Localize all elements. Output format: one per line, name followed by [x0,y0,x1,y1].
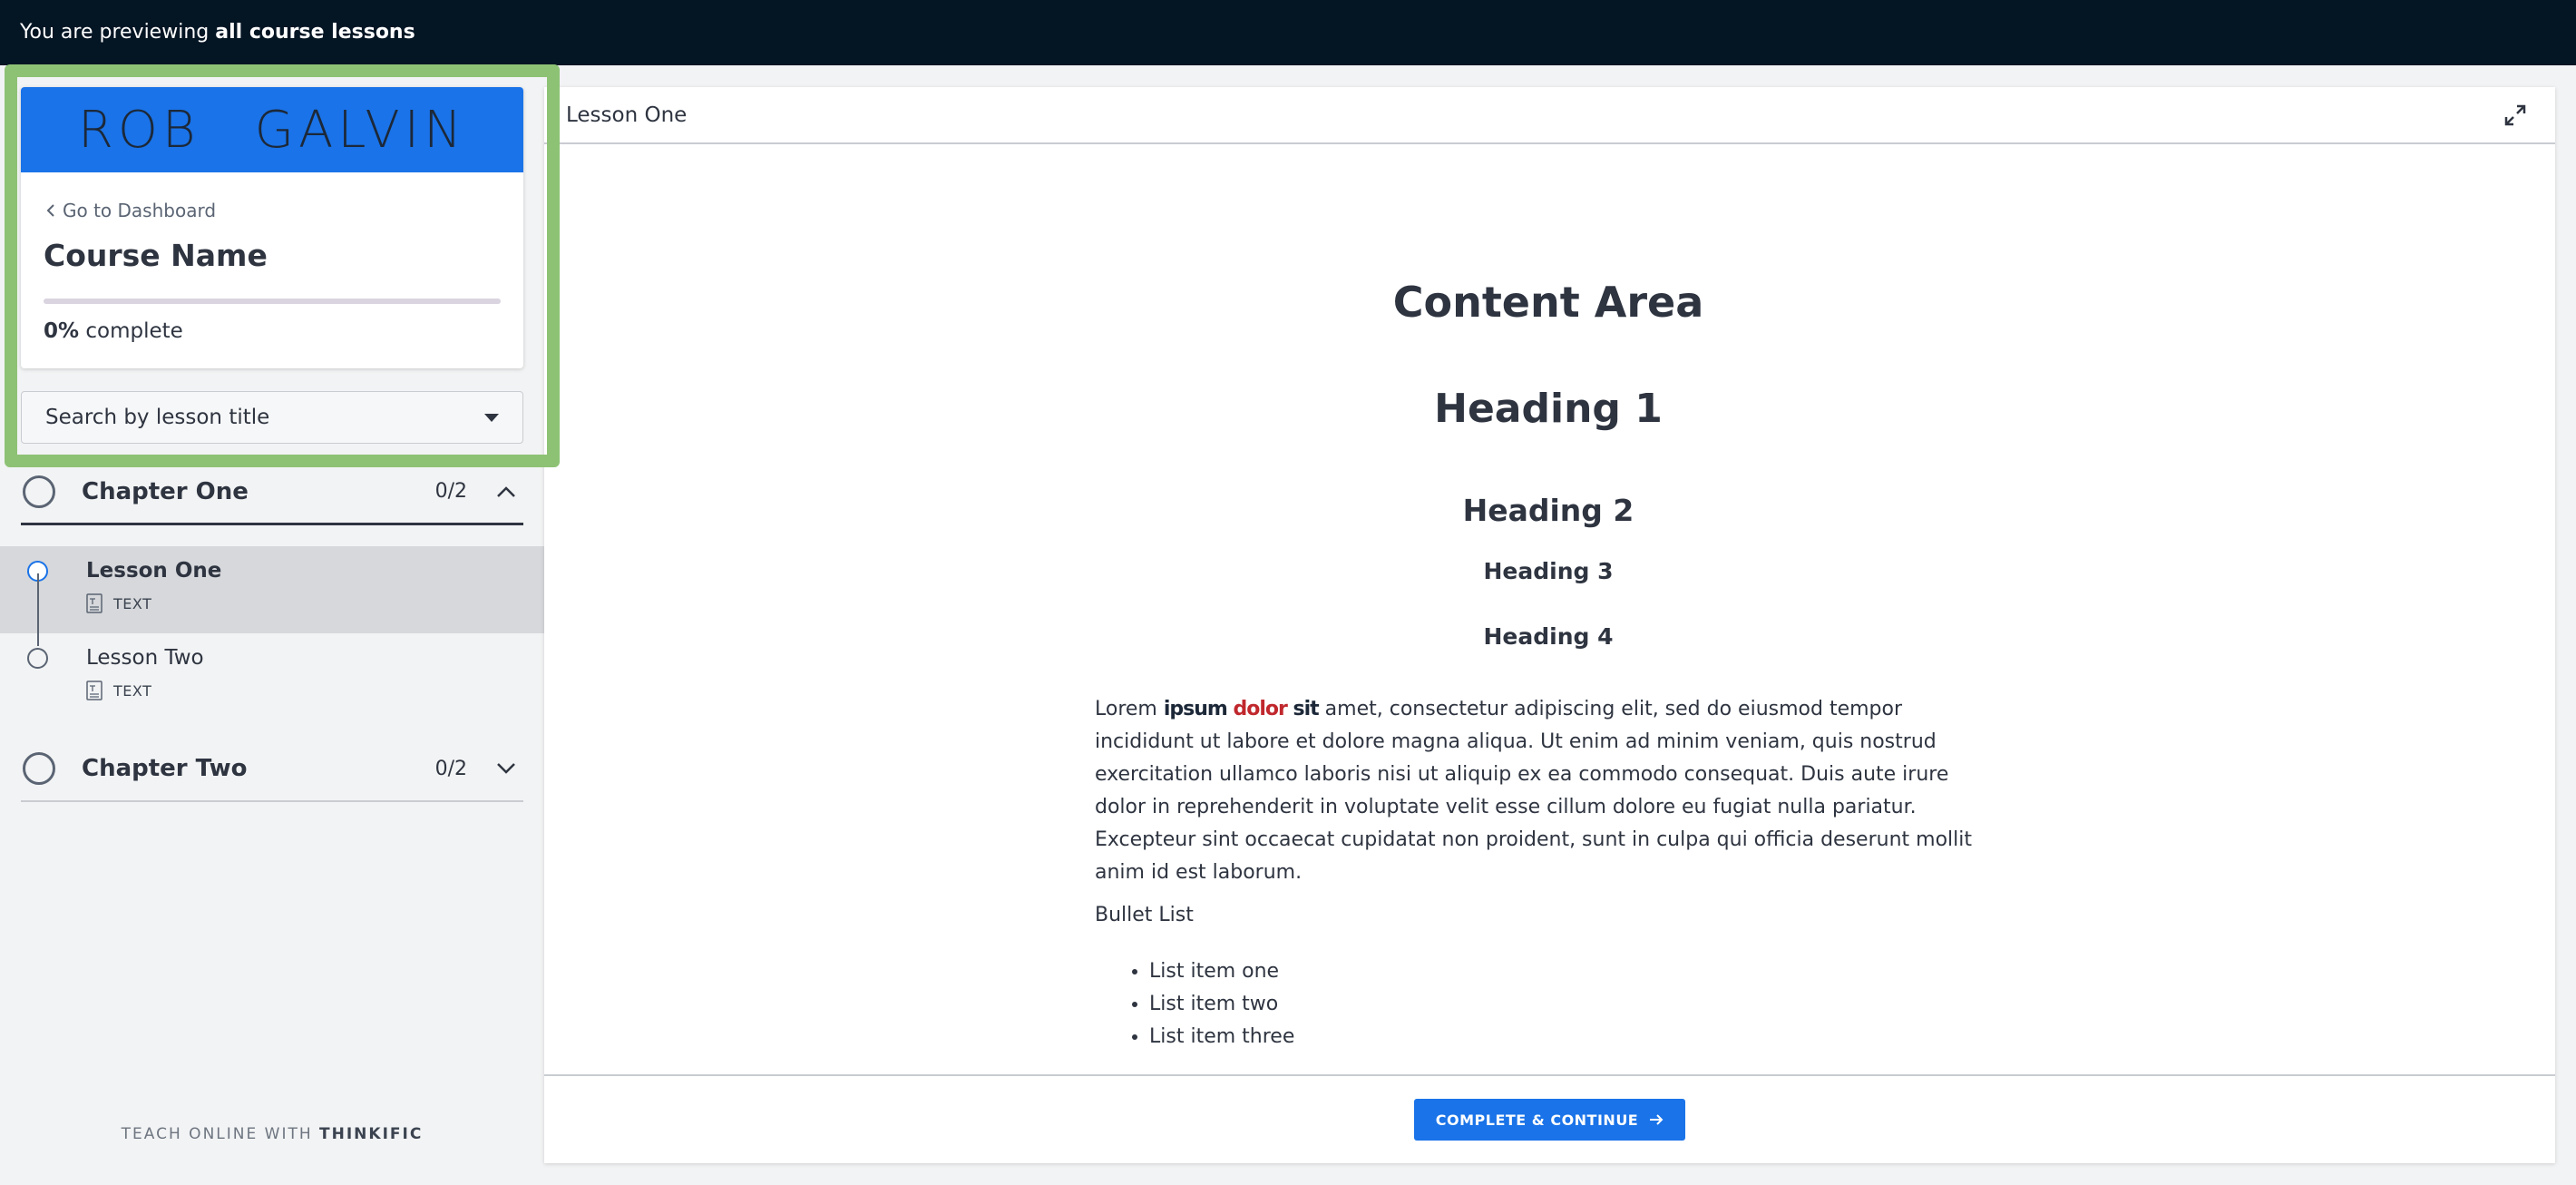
course-name: Course Name [44,238,268,273]
logo-word-second: GALVIN [254,100,467,160]
go-to-dashboard-link[interactable]: Go to Dashboard [46,200,216,221]
course-card: ROB GALVIN Go to Dashboard Course Name 0… [21,87,523,368]
heading-2: Heading 2 [1462,493,1634,528]
lesson-type: TEXT [86,681,151,700]
chapter-progress-circle-icon [23,475,55,508]
content-footer: COMPLETE & CONTINUE [544,1074,2555,1163]
chevron-left-icon [46,204,54,217]
chevron-down-icon[interactable] [493,755,520,782]
chapter-count: 0/2 [434,757,467,780]
arrow-right-icon [1650,1114,1664,1125]
list-item: List item two [1149,988,1294,1021]
content-header-title: Lesson One [566,103,688,127]
chapter-title: Chapter One [82,477,249,505]
logo-word-first: ROB [77,100,200,160]
lesson-search-dropdown[interactable]: Search by lesson title [21,391,523,444]
para-rest: amet, consectetur adipiscing elit, sed d… [1095,698,1972,884]
preview-banner: You are previewing all course lessons [0,0,2576,65]
list-item: List item one [1149,955,1294,988]
chapter-title: Chapter Two [82,755,248,782]
text-document-icon [86,681,102,700]
para-dolor: dolor [1226,698,1288,720]
content-header: Lesson One [544,87,2555,144]
go-to-dashboard-label: Go to Dashboard [63,200,217,221]
chapter-progress-circle-icon [23,752,55,785]
expand-icon[interactable] [2501,101,2530,130]
para-ipsum: ipsum [1163,698,1228,720]
lesson-title: Lesson One [86,559,222,583]
bullet-list: List item one List item two List item th… [1149,955,1294,1053]
course-logo: ROB GALVIN [21,87,523,172]
heading-3: Heading 3 [1483,558,1614,584]
thinkific-brand[interactable]: TEACH ONLINE WITH THINKIFIC [0,1125,544,1143]
lesson-status-circle-icon [27,648,48,669]
chapter-two-header[interactable]: Chapter Two 0/2 [21,737,523,802]
text-document-icon [86,593,102,613]
lesson-title: Lesson Two [86,646,204,670]
heading-4: Heading 4 [1483,623,1614,650]
preview-banner-prefix: You are previewing [20,21,216,44]
progress-percent: 0% [44,319,80,343]
chapter-one-header[interactable]: Chapter One 0/2 [21,460,523,525]
content-title: Content Area [1392,278,1704,327]
preview-banner-bold: all course lessons [215,21,415,44]
complete-continue-button[interactable]: COMPLETE & CONTINUE [1413,1099,1686,1141]
lesson-search-placeholder: Search by lesson title [45,406,270,429]
brand-prefix: TEACH ONLINE WITH [121,1125,320,1143]
lesson-connector-line [37,573,39,646]
lorem-paragraph: Lorem ipsum dolor sit amet, consectetur … [1095,693,2002,889]
lesson-item-lesson-one[interactable]: Lesson One TEXT [0,546,544,633]
lesson-item-lesson-two[interactable]: Lesson Two TEXT [0,633,544,720]
lesson-type-label: TEXT [113,594,152,612]
brand-name: THINKIFIC [319,1125,424,1143]
content-panel: Lesson One Content Area Heading 1 Headin… [544,87,2555,1163]
bullet-list-label: Bullet List [1095,904,1194,926]
progress-suffix: complete [79,319,183,343]
caret-down-icon [484,413,499,422]
para-sit: sit [1286,698,1320,720]
progress-text: 0% complete [44,319,183,343]
para-start: Lorem [1095,698,1164,720]
list-item: List item three [1149,1021,1294,1053]
progress-bar [44,299,501,304]
lesson-type-label: TEXT [113,681,152,700]
complete-continue-label: COMPLETE & CONTINUE [1435,1111,1639,1129]
chapter-count: 0/2 [434,480,467,503]
chevron-up-icon[interactable] [493,478,520,505]
heading-1: Heading 1 [1434,386,1663,432]
course-sidebar: ROB GALVIN Go to Dashboard Course Name 0… [0,65,544,1185]
lesson-type: TEXT [86,593,151,613]
